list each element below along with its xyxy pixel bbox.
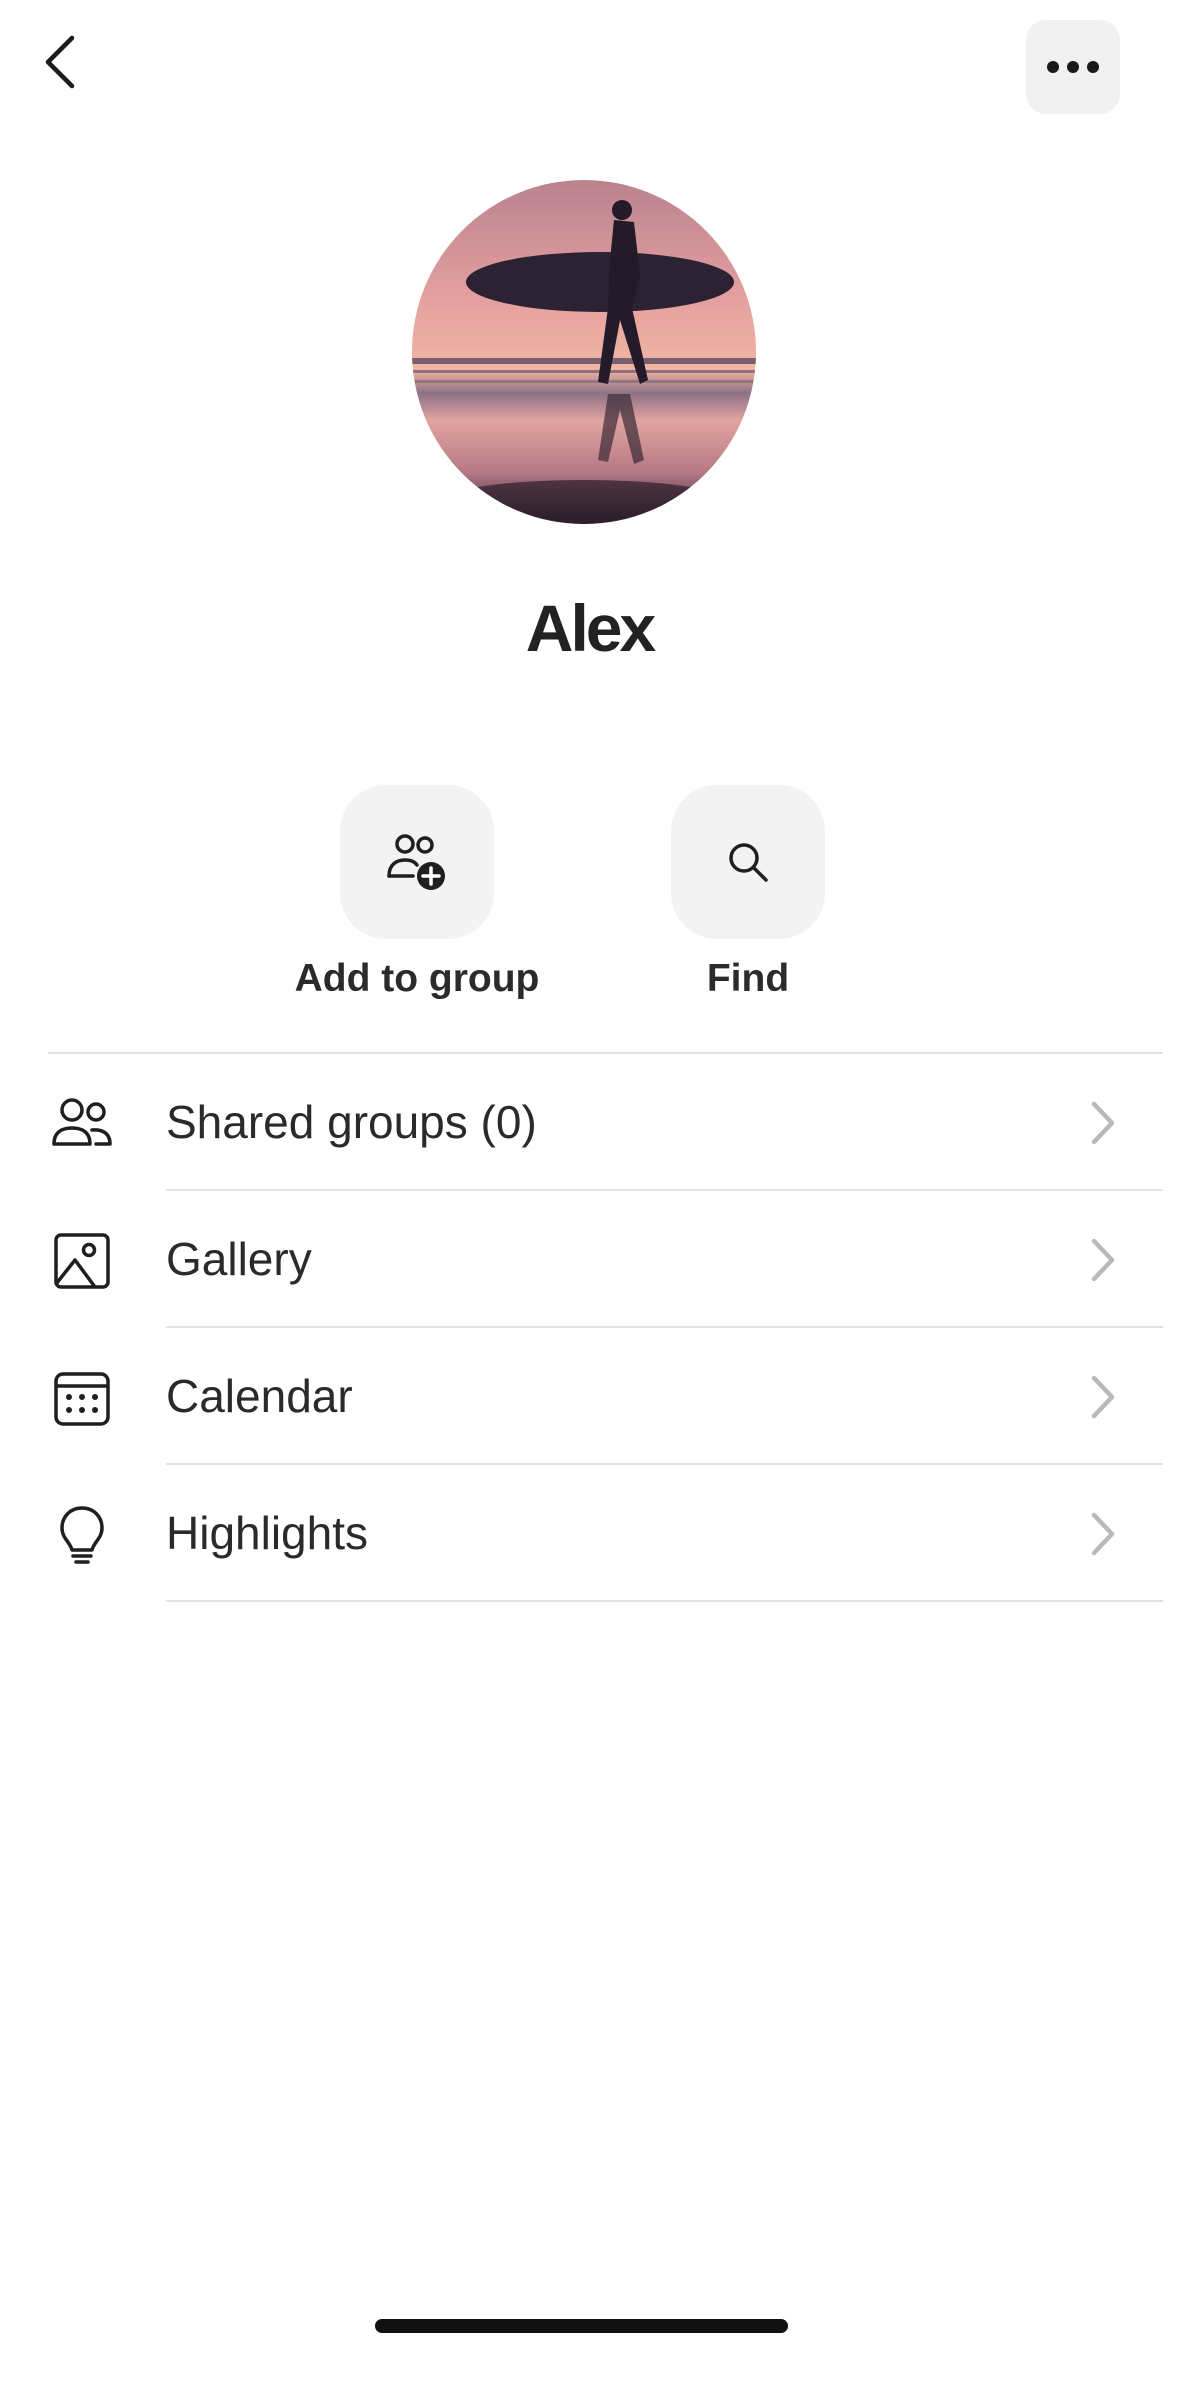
menu-item-label: Calendar xyxy=(166,1370,353,1422)
calendar-icon xyxy=(48,1364,116,1432)
add-to-group-button[interactable]: Add to group xyxy=(287,785,547,1001)
menu-list: Shared groups (0) Gallery Calendar Highl… xyxy=(0,1054,1179,1602)
menu-item-label: Shared groups (0) xyxy=(166,1096,537,1148)
image-icon xyxy=(48,1227,116,1295)
contact-profile-screen: Alex Add to group Find Shared groups (0)… xyxy=(0,0,1179,2396)
menu-item-label: Highlights xyxy=(166,1507,368,1559)
find-circle[interactable] xyxy=(671,785,825,939)
row-divider xyxy=(166,1600,1163,1602)
chevron-right-icon xyxy=(1091,1375,1115,1419)
menu-item-highlights[interactable]: Highlights xyxy=(0,1465,1179,1602)
profile-name: Alex xyxy=(525,591,656,665)
chevron-left-icon xyxy=(45,35,75,89)
lightbulb-icon xyxy=(48,1501,116,1569)
search-icon xyxy=(729,843,768,882)
people-icon xyxy=(48,1090,116,1158)
find-label: Find xyxy=(706,957,790,1000)
chevron-right-icon xyxy=(1091,1238,1115,1282)
more-options-button[interactable] xyxy=(1026,20,1120,114)
surfer-photo xyxy=(412,180,756,524)
menu-item-gallery[interactable]: Gallery xyxy=(0,1191,1179,1328)
add-to-group-circle[interactable] xyxy=(340,785,494,939)
back-button[interactable] xyxy=(30,22,90,102)
menu-item-shared-groups[interactable]: Shared groups (0) xyxy=(0,1054,1179,1191)
avatar[interactable] xyxy=(412,180,756,524)
chevron-right-icon xyxy=(1091,1101,1115,1145)
find-button[interactable]: Find xyxy=(618,785,878,1001)
menu-item-label: Gallery xyxy=(166,1233,312,1285)
ellipsis-icon xyxy=(1047,61,1099,73)
chevron-right-icon xyxy=(1091,1512,1115,1556)
add-person-group-icon xyxy=(387,834,445,890)
menu-item-calendar[interactable]: Calendar xyxy=(0,1328,1179,1465)
home-indicator[interactable] xyxy=(375,2319,788,2333)
add-to-group-label: Add to group xyxy=(294,957,540,1000)
